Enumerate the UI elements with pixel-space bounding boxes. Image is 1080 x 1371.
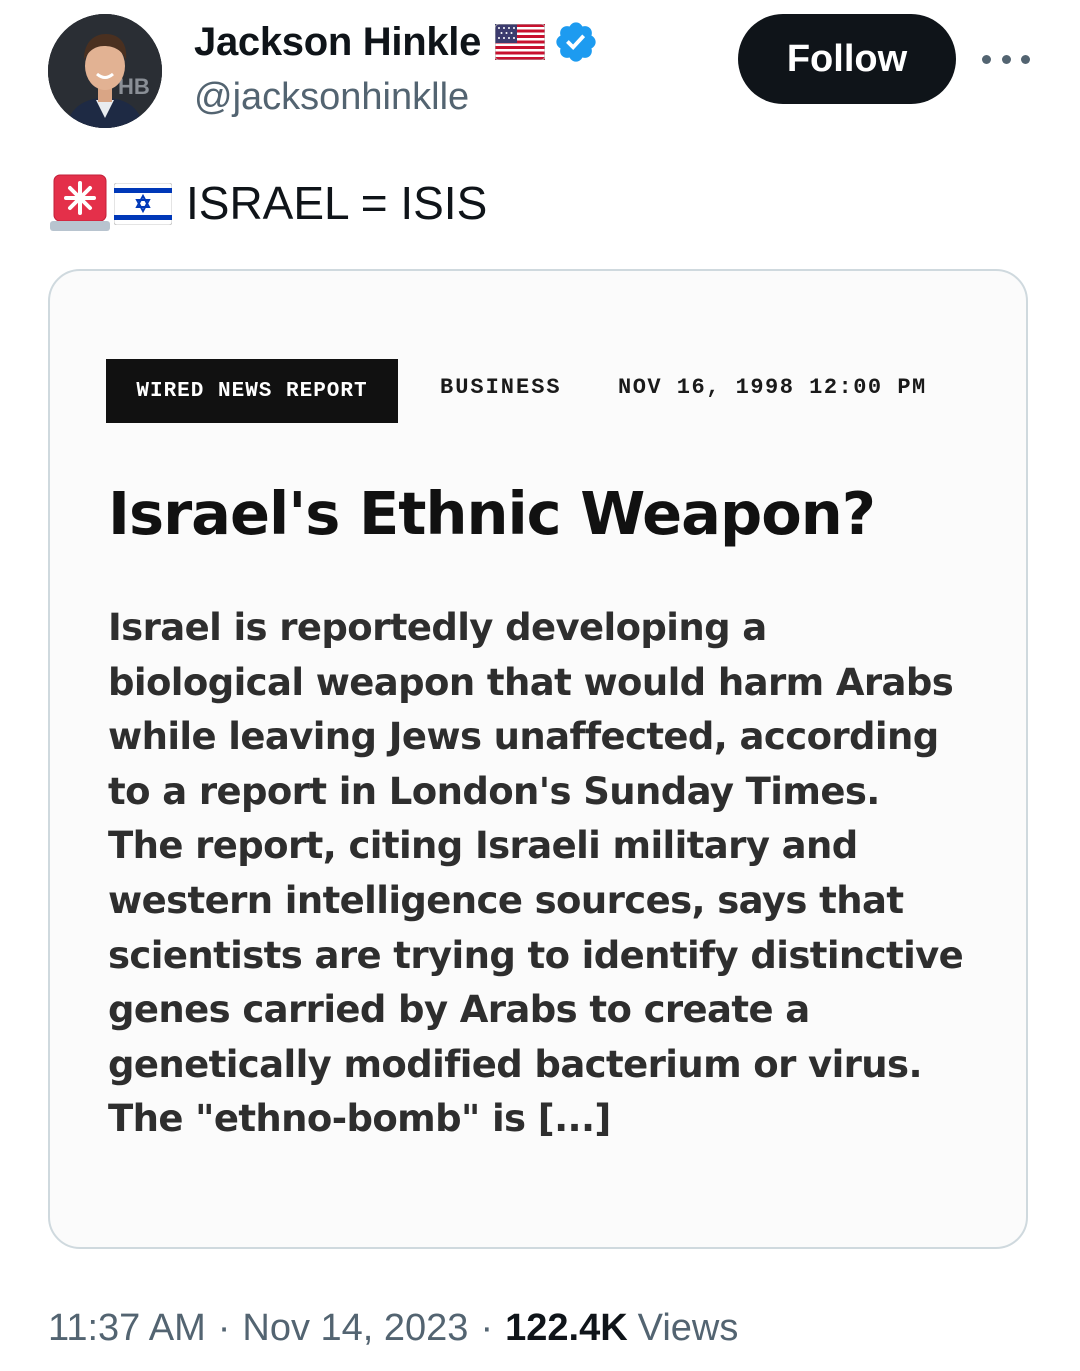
police-siren-icon (50, 173, 110, 233)
article-body: Israel is reportedly developing a biolog… (108, 601, 1008, 1147)
article-date: NOV 16, 1998 12:00 PM (618, 375, 927, 400)
svg-text:HB: HB (118, 74, 150, 99)
article-body-line: while leaving Jews unaffected, according (108, 715, 939, 759)
article-body-line: The report, citing Israeli military and (108, 824, 858, 868)
profile-photo-icon: HB (48, 14, 162, 128)
tweet-meta: 11:37 AM · Nov 14, 2023 · 122.4K Views (48, 1300, 738, 1356)
article-body-line: The "ethno-bomb" is [...] (108, 1097, 611, 1141)
tweet-time[interactable]: 11:37 AM (48, 1307, 206, 1350)
more-dot (1021, 54, 1030, 64)
views-count[interactable]: 122.4K (505, 1307, 628, 1350)
tweet-text: ISRAEL = ISIS (50, 172, 487, 234)
views-label[interactable]: Views (638, 1307, 739, 1350)
article-headline: Israel's Ethnic Weapon? (108, 479, 876, 548)
follow-button[interactable]: Follow (738, 14, 956, 104)
author-name-row[interactable]: Jackson Hinkle (194, 16, 599, 68)
media-card[interactable]: WIRED NEWS REPORT BUSINESS NOV 16, 1998 … (48, 269, 1028, 1249)
article-body-line: scientists are trying to identify distin… (108, 933, 964, 977)
article-body-line: Israel is reportedly developing a (108, 606, 767, 649)
article-badge: WIRED NEWS REPORT (106, 359, 398, 423)
article-body-line: to a report in London's Sunday Times. (108, 769, 880, 813)
more-dot (1001, 54, 1011, 64)
more-dot (982, 54, 991, 64)
article-section: BUSINESS (440, 375, 562, 400)
avatar[interactable]: HB (48, 14, 162, 128)
article-body-line: biological weapon that would harm Arabs (108, 660, 954, 704)
meta-separator: · (480, 1306, 494, 1349)
author-display-name[interactable]: Jackson Hinkle (194, 20, 481, 65)
verified-badge-icon[interactable] (553, 19, 599, 65)
author-handle[interactable]: @jacksonhinklle (194, 76, 469, 119)
article-body-line: western intelligence sources, says that (108, 878, 904, 922)
tweet-body-text: ISRAEL = ISIS (186, 177, 488, 229)
tweet-date[interactable]: Nov 14, 2023 (242, 1307, 468, 1350)
more-options-icon[interactable] (982, 44, 1030, 74)
article-body-line: genetically modified bacterium or virus. (108, 1042, 923, 1086)
article-screenshot: WIRED NEWS REPORT BUSINESS NOV 16, 1998 … (50, 271, 1026, 1247)
israel-flag-icon (113, 182, 173, 226)
article-body-line: genes carried by Arabs to create a (108, 988, 810, 1032)
us-flag-icon (494, 23, 546, 61)
meta-separator: · (217, 1306, 231, 1349)
